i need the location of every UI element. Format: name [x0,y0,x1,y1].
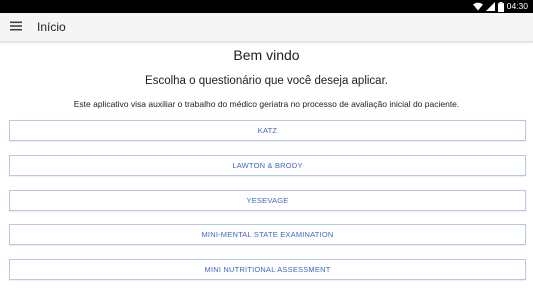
yesevage-button[interactable]: YESEVAGE [9,190,526,211]
page-title: Início [37,20,66,34]
menu-button[interactable] [5,16,27,38]
katz-button[interactable]: KATZ [9,120,526,141]
status-icons: 04:30 [472,0,528,13]
welcome-heading: Bem vindo [233,47,300,63]
signal-icon [485,2,495,11]
description-text: Este aplicativo visa auxiliar o trabalho… [73,99,460,109]
app-bar: Início [0,13,533,42]
main-content: Bem vindo Escolha o questionário que voc… [0,42,533,300]
battery-icon [497,1,504,12]
mini-mental-state-button[interactable]: MINI-MENTAL STATE EXAMINATION [9,224,526,245]
prompt-text: Escolha o questionário que você deseja a… [145,75,388,87]
status-time: 04:30 [506,1,528,11]
hamburger-menu-icon [10,18,22,36]
wifi-icon [472,2,483,11]
status-bar: 04:30 [0,0,533,13]
lawton-brody-button[interactable]: LAWTON & BRODY [9,155,526,176]
mini-nutritional-button[interactable]: MINI NUTRITIONAL ASSESSMENT [9,259,526,280]
